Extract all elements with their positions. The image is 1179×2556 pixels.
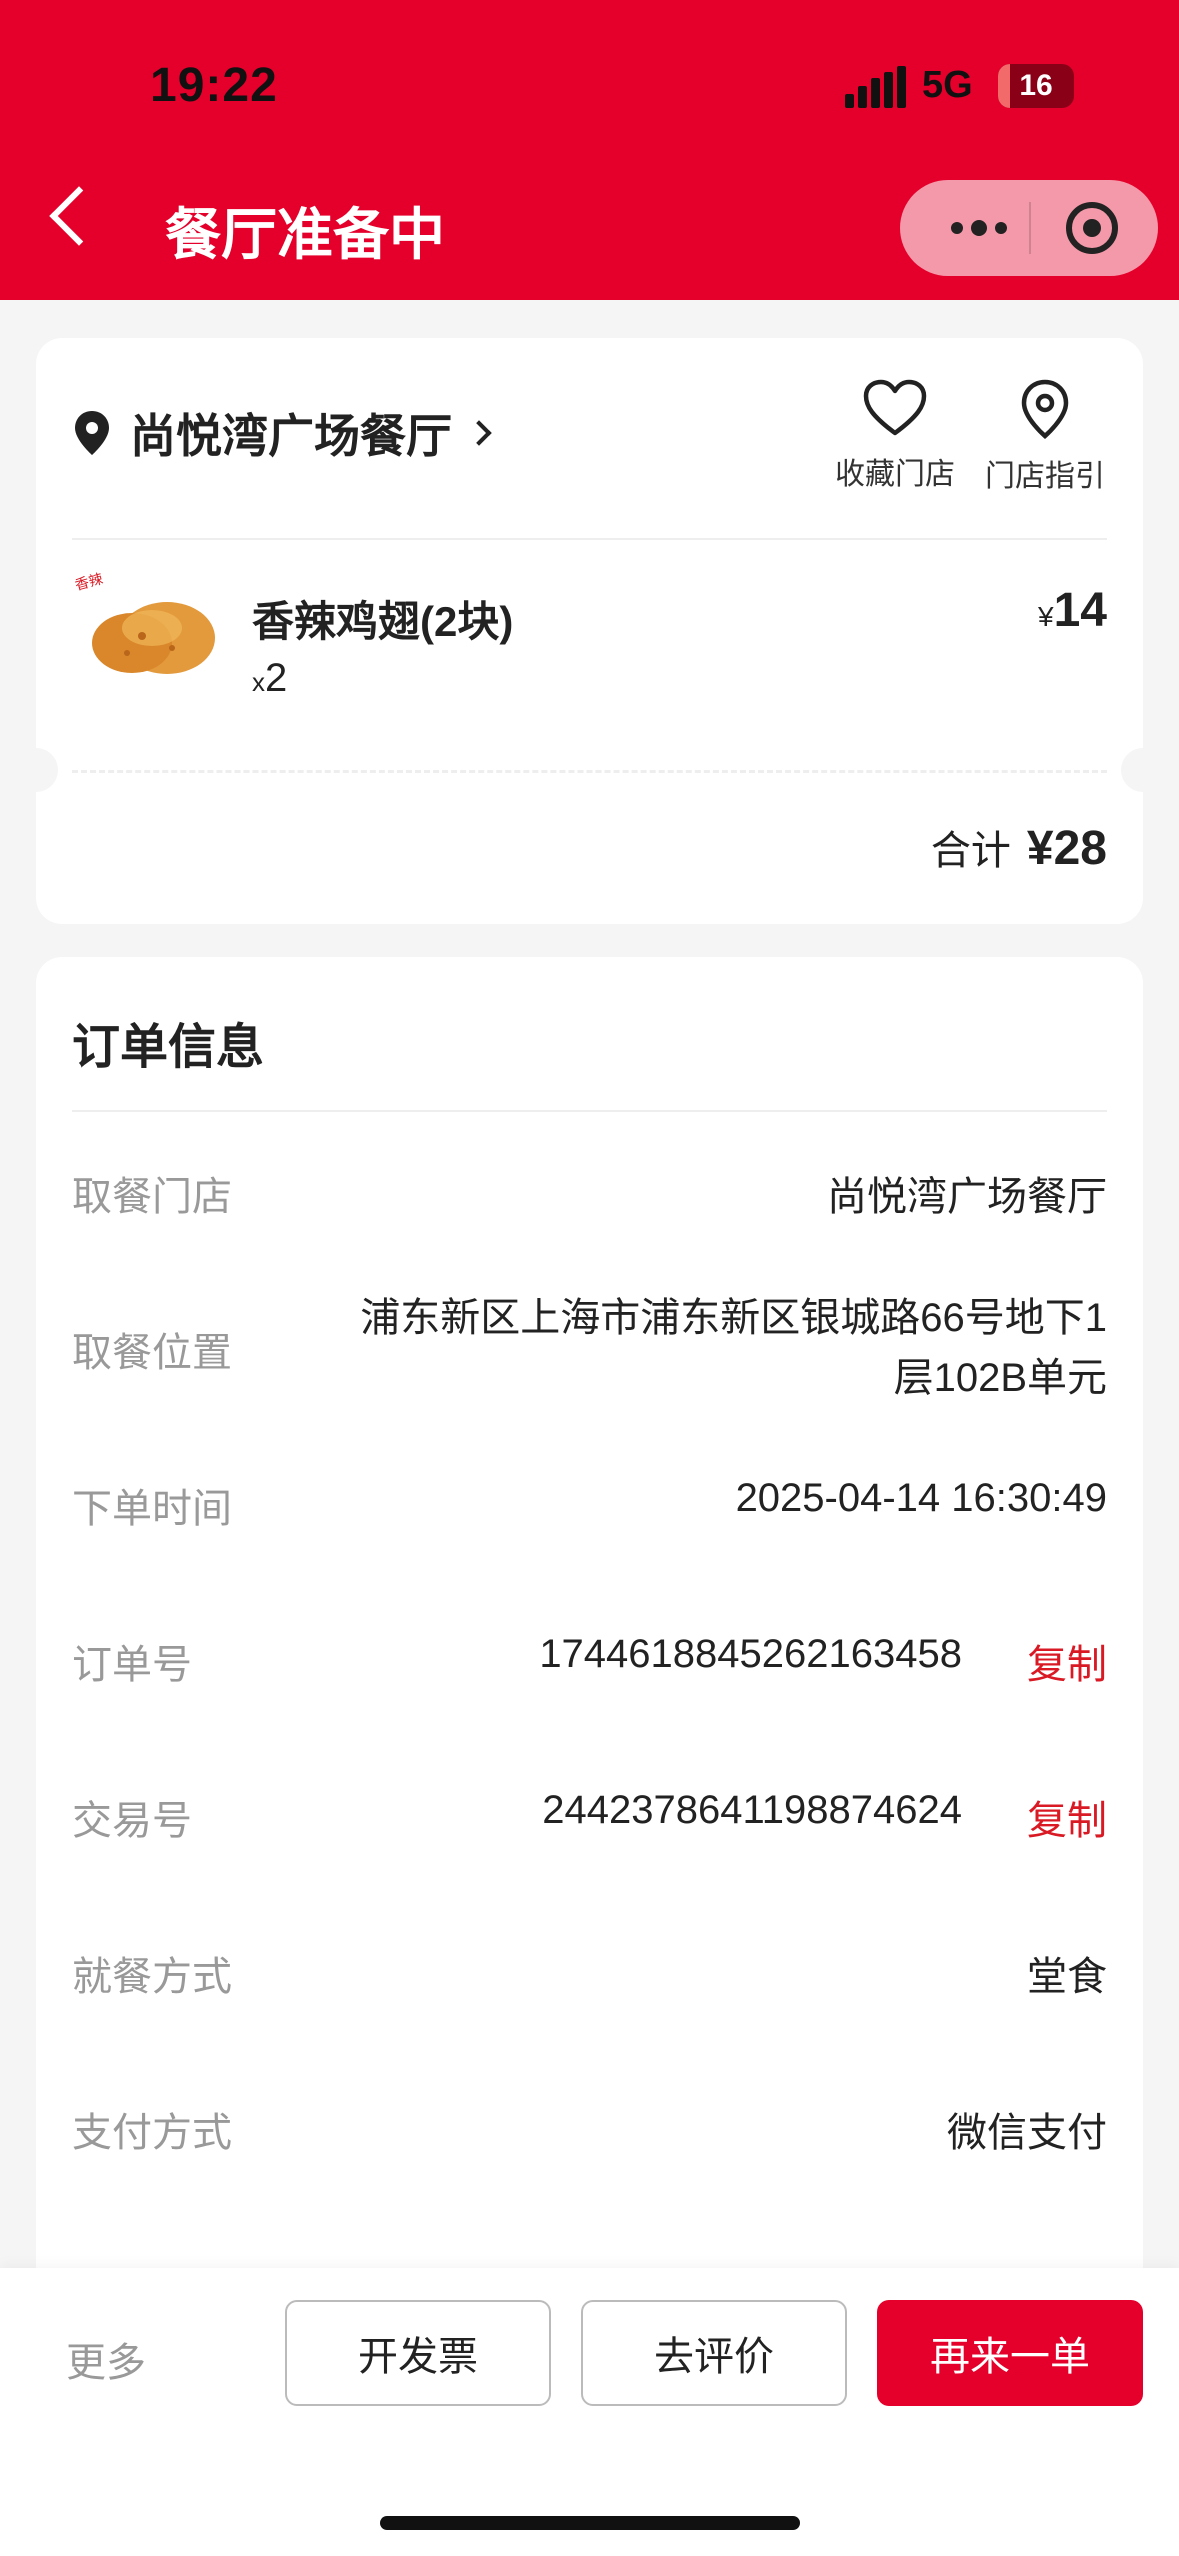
order-summary-card: 尚悦湾广场餐厅 收藏门店 门店指引 香辣 香辣鸡翅(2块) x2 ¥14 合计 … (14, 338, 1165, 924)
order-time-label: 下单时间 (72, 1487, 232, 1531)
network-type: 5G (922, 64, 973, 106)
invoice-button[interactable]: 开发票 (285, 2300, 551, 2406)
svg-text:香辣: 香辣 (73, 571, 104, 594)
chevron-right-icon (466, 420, 492, 446)
dashed-divider (72, 770, 1107, 773)
item-name: 香辣鸡翅(2块) (252, 598, 514, 645)
status-time: 19:22 (150, 59, 278, 112)
order-total: 合计 ¥28 (931, 818, 1107, 876)
payment-method-value: 微信支付 (947, 2111, 1107, 2155)
favorite-label: 收藏门店 (835, 458, 955, 491)
back-button[interactable] (40, 180, 120, 260)
bottom-action-bar: 更多 开发票 去评价 再来一单 (0, 2268, 1179, 2556)
review-button[interactable]: 去评价 (581, 2300, 847, 2406)
store-guide-button[interactable]: 门店指引 (980, 378, 1110, 495)
favorite-store-button[interactable]: 收藏门店 (830, 378, 960, 493)
back-arrow-icon (49, 186, 109, 246)
divider (72, 538, 1107, 540)
store-link[interactable]: 尚悦湾广场餐厅 (72, 378, 492, 488)
chicken-wings-image: 香辣 (73, 571, 215, 674)
item-quantity: x2 (252, 656, 288, 700)
more-dots-icon[interactable] (928, 180, 1029, 276)
pickup-location-label: 取餐位置 (72, 1331, 232, 1375)
transaction-number-value: 2442378641198874624 (542, 1788, 962, 1832)
copy-order-number-button[interactable]: 复制 (1027, 1632, 1107, 1690)
top-header: 19:22 5G 16 餐厅准备中 (0, 0, 1179, 300)
miniprogram-capsule (900, 180, 1158, 276)
battery-level: 16 (1019, 69, 1053, 102)
home-indicator (380, 2516, 800, 2530)
reorder-button[interactable]: 再来一单 (877, 2300, 1143, 2406)
ticket-notch-right (1121, 748, 1165, 792)
capsule-divider (1029, 202, 1031, 254)
copy-transaction-number-button[interactable]: 复制 (1027, 1788, 1107, 1846)
dining-method-label: 就餐方式 (72, 1955, 232, 1999)
item-price: ¥14 (1038, 584, 1107, 637)
order-number-value: 1744618845262163458 (539, 1632, 962, 1676)
total-value: ¥28 (1026, 822, 1107, 875)
location-pin-icon (75, 411, 109, 455)
signal-icon (845, 66, 907, 108)
order-time-value: 2025-04-14 16:30:49 (735, 1476, 1107, 1520)
more-button[interactable]: 更多 (66, 2330, 146, 2388)
pickup-location-value: 浦东新区上海市浦东新区银城路66号地下1层102B单元 (360, 1296, 1107, 1400)
order-number-label: 订单号 (72, 1643, 192, 1687)
divider (72, 1110, 1107, 1112)
dining-method-value: 堂食 (1027, 1955, 1107, 1999)
payment-method-label: 支付方式 (72, 2111, 232, 2155)
page-title: 餐厅准备中 (165, 203, 445, 266)
total-label: 合计 (930, 829, 1011, 873)
battery-icon: 16 (998, 64, 1074, 108)
transaction-number-label: 交易号 (72, 1799, 192, 1843)
close-target-icon[interactable] (1066, 202, 1118, 254)
store-name: 尚悦湾广场餐厅 (130, 410, 452, 462)
pickup-store-value: 尚悦湾广场餐厅 (827, 1175, 1107, 1219)
map-pin-icon (1021, 379, 1069, 439)
guide-label: 门店指引 (985, 460, 1105, 493)
heart-icon (863, 379, 927, 436)
order-info-title: 订单信息 (72, 1021, 265, 1074)
order-info-card: 订单信息 取餐门店 尚悦湾广场餐厅 取餐位置 浦东新区上海市浦东新区银城路66号… (36, 957, 1143, 2357)
pickup-store-label: 取餐门店 (72, 1175, 232, 1219)
ticket-notch-left (14, 748, 58, 792)
